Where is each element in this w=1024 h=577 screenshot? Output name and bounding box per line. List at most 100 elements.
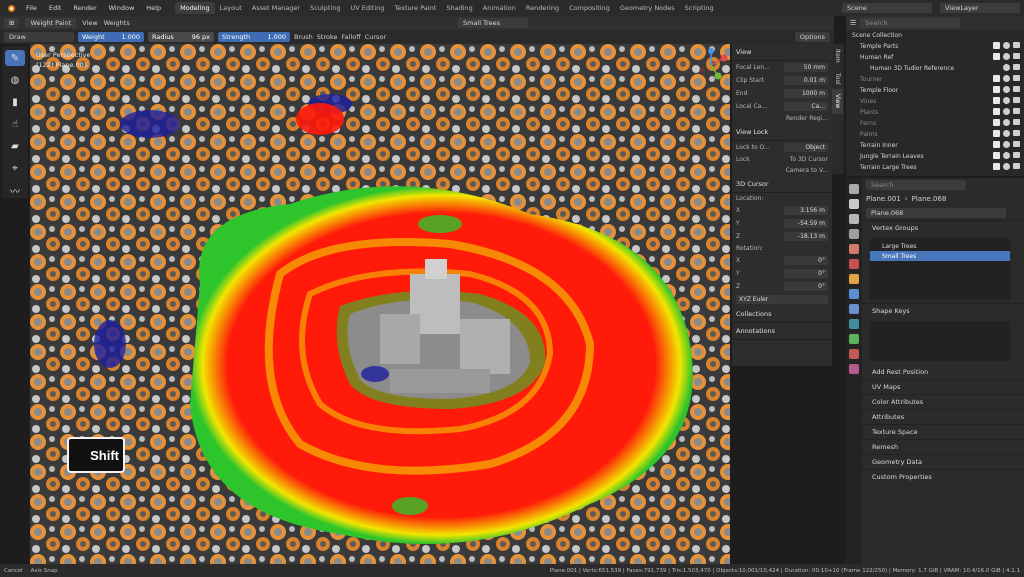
outliner-row[interactable]: Temple Floor [846, 85, 1024, 96]
outliner-row[interactable]: Plants [846, 107, 1024, 118]
geometry-data-header[interactable]: Geometry Data [862, 454, 1024, 469]
outliner-row[interactable]: Scene Collection [846, 30, 1024, 41]
eye-icon[interactable] [1003, 64, 1010, 71]
checkbox-icon[interactable] [993, 130, 1000, 137]
3d-cursor-section-header[interactable]: 3D Cursor [732, 176, 832, 193]
tab-animation[interactable]: Animation [478, 2, 521, 14]
tab-rendering[interactable]: Rendering [521, 2, 564, 14]
tool-properties-icon[interactable] [849, 184, 859, 194]
collections-section-header[interactable]: Collections [732, 306, 832, 323]
navigation-gizmo-icon[interactable] [694, 48, 728, 82]
strength-field[interactable]: Strength 1.000 [218, 32, 290, 42]
texture-properties-icon[interactable] [849, 364, 859, 374]
menu-file[interactable]: File [20, 4, 43, 12]
blender-logo-icon[interactable] [6, 3, 16, 13]
properties-search-input[interactable]: Search [866, 180, 966, 190]
tab-view[interactable]: View [832, 89, 843, 114]
lock-object-field[interactable]: Object [784, 143, 828, 152]
menu-render[interactable]: Render [67, 4, 102, 12]
checkbox-icon[interactable] [993, 97, 1000, 104]
checkbox-icon[interactable] [993, 75, 1000, 82]
outliner-row[interactable]: Jungle Terrain Leaves [846, 151, 1024, 162]
view-layer-properties-icon[interactable] [849, 229, 859, 239]
list-item[interactable]: Small Trees [870, 251, 1010, 261]
camera-icon[interactable] [1013, 53, 1020, 59]
eye-icon[interactable] [1003, 53, 1010, 60]
outliner-row[interactable]: Human Ref [846, 52, 1024, 63]
active-vertex-group[interactable]: Small Trees [458, 18, 528, 28]
brush-selector[interactable]: Draw [4, 32, 74, 42]
modifier-properties-icon[interactable] [849, 289, 859, 299]
eye-icon[interactable] [1003, 163, 1010, 170]
checkbox-icon[interactable] [993, 141, 1000, 148]
eye-icon[interactable] [1003, 97, 1010, 104]
camera-icon[interactable] [1013, 141, 1020, 147]
outliner-row[interactable]: Terrain Large Trees [846, 162, 1024, 173]
view-menu[interactable]: View [82, 19, 97, 27]
outliner-row[interactable]: Tourner [846, 74, 1024, 85]
location-y-field[interactable]: -54.59 m [784, 219, 828, 228]
color-attributes-header[interactable]: Color Attributes [862, 394, 1024, 409]
tab-layout[interactable]: Layout [215, 2, 247, 14]
tab-item[interactable]: Item [832, 44, 843, 68]
falloff-menu[interactable]: Falloff [341, 33, 360, 41]
physics-properties-icon[interactable] [849, 319, 859, 329]
focal-length-field[interactable]: 50 mm [784, 63, 828, 72]
uv-maps-header[interactable]: UV Maps [862, 379, 1024, 394]
editor-type-icon[interactable]: ⊞ [4, 18, 20, 28]
rotation-z-field[interactable]: 0° [784, 282, 828, 291]
camera-icon[interactable] [1013, 64, 1020, 70]
tab-asset-manager[interactable]: Asset Manager [247, 2, 305, 14]
outliner-row[interactable]: Ferns [846, 118, 1024, 129]
mesh-data-selector[interactable]: Plane.068 [866, 208, 1006, 218]
average-brush-icon[interactable]: ▮ [5, 94, 25, 110]
options-menu[interactable]: Options [794, 32, 830, 42]
camera-icon[interactable] [1013, 119, 1020, 125]
eye-icon[interactable] [1003, 119, 1010, 126]
tab-geometry-nodes[interactable]: Geometry Nodes [615, 2, 680, 14]
rotation-mode-dropdown[interactable]: XYZ Euler [736, 295, 828, 304]
gradient-tool-icon[interactable]: ▰ [5, 138, 25, 154]
rotation-x-field[interactable]: 0° [784, 256, 828, 265]
location-x-field[interactable]: 3.156 m [784, 206, 828, 215]
outliner-search-input[interactable]: Search [860, 18, 961, 28]
camera-icon[interactable] [1013, 152, 1020, 158]
annotate-tool-icon[interactable]: 〰 [5, 182, 25, 198]
menu-help[interactable]: Help [140, 4, 167, 12]
menu-window[interactable]: Window [103, 4, 141, 12]
data-properties-icon[interactable] [849, 334, 859, 344]
remesh-header[interactable]: Remesh [862, 439, 1024, 454]
tab-compositing[interactable]: Compositing [564, 2, 615, 14]
list-item[interactable]: Large Trees [870, 241, 1010, 251]
view-layer-selector[interactable]: ViewLayer [940, 3, 1020, 13]
camera-icon[interactable] [1013, 130, 1020, 136]
outliner-row[interactable]: Human 3D Tudior Reference [846, 63, 1024, 74]
texture-space-header[interactable]: Texture Space [862, 424, 1024, 439]
sample-weight-icon[interactable]: ⌖ [5, 160, 25, 176]
render-region-checkbox[interactable]: Render Regi... [786, 115, 828, 122]
weights-menu[interactable]: Weights [104, 19, 130, 27]
camera-to-view-row[interactable]: Camera to V... [732, 165, 832, 176]
smear-brush-icon[interactable]: ☝ [5, 116, 25, 132]
eye-icon[interactable] [1003, 141, 1010, 148]
tab-shading[interactable]: Shading [441, 2, 477, 14]
clip-start-field[interactable]: 0.01 m [784, 76, 828, 85]
radius-field[interactable]: Radius 96 px [148, 32, 214, 42]
custom-properties-header[interactable]: Custom Properties [862, 469, 1024, 484]
checkbox-icon[interactable] [993, 119, 1000, 126]
outliner-row[interactable]: Temple Parts [846, 41, 1024, 52]
add-rest-position-checkbox[interactable]: Add Rest Position [862, 364, 1024, 379]
render-properties-icon[interactable] [849, 199, 859, 209]
checkbox-icon[interactable] [993, 42, 1000, 49]
scene-properties-icon[interactable] [849, 244, 859, 254]
render-region-row[interactable]: Render Regi... [732, 113, 832, 124]
checkbox-icon[interactable] [993, 108, 1000, 115]
local-camera-field[interactable]: Ca... [784, 102, 828, 111]
tab-scripting[interactable]: Scripting [680, 2, 719, 14]
camera-icon[interactable] [1013, 163, 1020, 169]
camera-to-view-checkbox[interactable]: Camera to V... [786, 167, 828, 174]
brush-menu[interactable]: Brush [294, 33, 313, 41]
view-lock-section-header[interactable]: View Lock [732, 124, 832, 141]
tab-modeling[interactable]: Modeling [175, 2, 215, 14]
eye-icon[interactable] [1003, 75, 1010, 82]
